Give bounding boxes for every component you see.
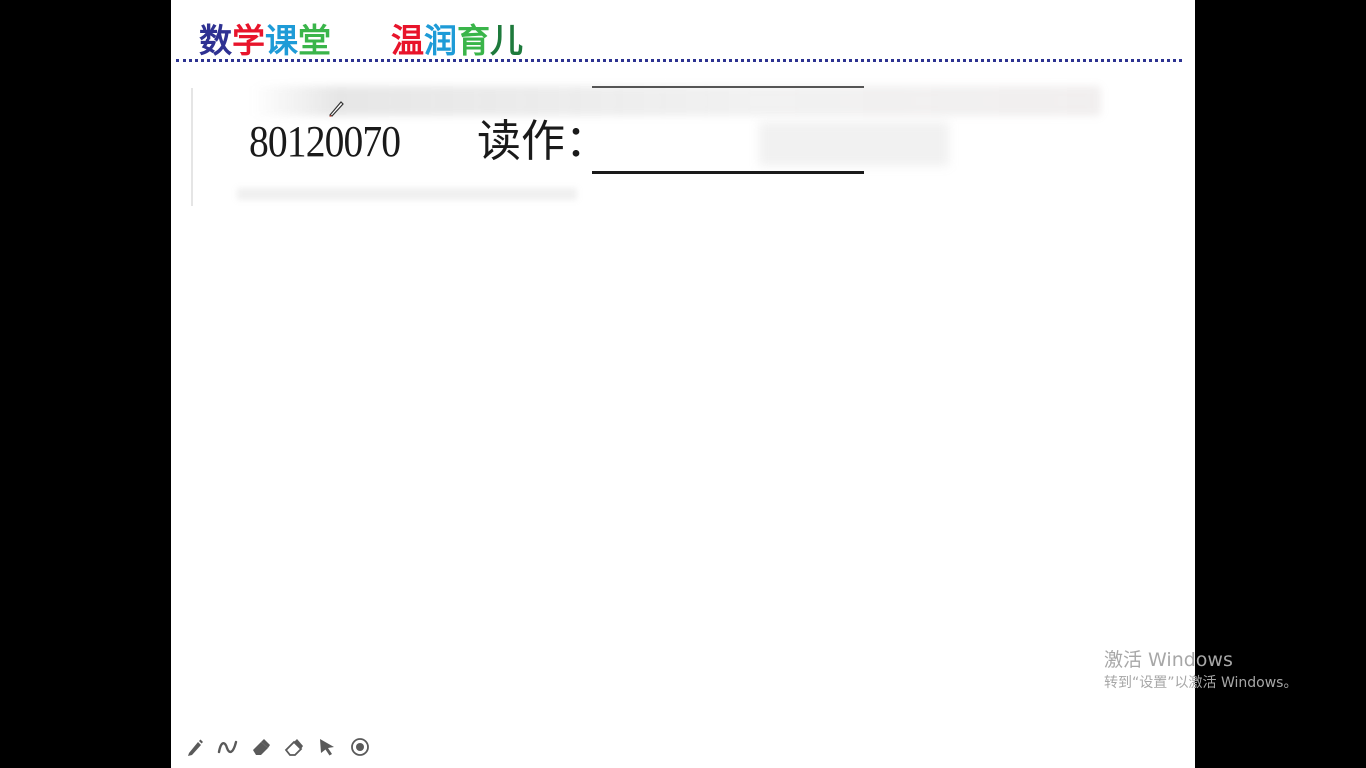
- title-char-1: 数: [199, 21, 232, 60]
- laser-target-icon: [351, 738, 369, 756]
- slideshow-annotation-toolbar: [183, 736, 372, 758]
- scan-edge: [191, 88, 193, 206]
- answer-blank-line: [592, 171, 864, 174]
- ink-tool-button[interactable]: [216, 736, 240, 758]
- problem-read-as-label: 读作：: [477, 116, 609, 167]
- scan-bleed-bottom: [237, 188, 577, 200]
- watermark-title: 激活 Windows: [1104, 649, 1233, 671]
- watermark-subtitle: 转到“设置”以激活 Windows。: [1104, 675, 1298, 691]
- eraser-icon: [284, 739, 303, 756]
- answer-box-top-line: [592, 86, 864, 88]
- slogan-char-4: 儿: [490, 21, 523, 60]
- header-divider: [176, 59, 1182, 62]
- highlighter-tool-button[interactable]: [249, 736, 273, 758]
- title-char-3: 课: [265, 21, 298, 60]
- pen-cursor-icon: [329, 101, 344, 117]
- slogan-char-1: 温: [391, 21, 424, 60]
- slogan-char-2: 润: [424, 21, 457, 60]
- title-char-4: 堂: [298, 21, 331, 60]
- highlighter-icon: [253, 739, 270, 755]
- pen-icon: [188, 739, 203, 756]
- problem-number: 80120070: [249, 117, 401, 166]
- windows-activation-watermark: 激活 Windows 转到“设置”以激活 Windows。: [1104, 648, 1297, 694]
- pointer-arrow-icon: [320, 739, 334, 756]
- title-char-2: 学: [232, 21, 265, 60]
- scan-bleed-right: [759, 122, 949, 166]
- laser-tool-button[interactable]: [348, 736, 372, 758]
- screen: 数 学 课 堂 温 润 育 儿 80120070 读作： 激活 Windows …: [0, 0, 1366, 768]
- pointer-tool-button[interactable]: [315, 736, 339, 758]
- slide-header: 数 学 课 堂 温 润 育 儿: [199, 18, 523, 64]
- ink-curve-icon: [217, 740, 238, 754]
- pen-tool-button[interactable]: [183, 736, 207, 758]
- slogan-char-3: 育: [457, 21, 490, 60]
- presentation-slide: 数 学 课 堂 温 润 育 儿 80120070 读作：: [171, 0, 1195, 768]
- eraser-tool-button[interactable]: [282, 736, 306, 758]
